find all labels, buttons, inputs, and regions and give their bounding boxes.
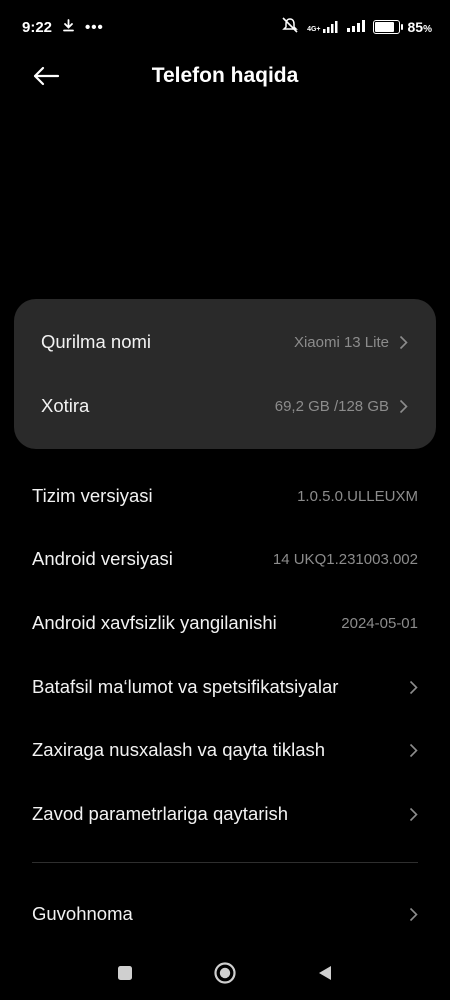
device-name-row[interactable]: Qurilma nomi Xiaomi 13 Lite <box>14 310 436 374</box>
detailed-specs-row[interactable]: Batafsil ma‘lumot va spetsifikatsiyalar <box>0 655 450 719</box>
mute-icon <box>281 17 299 37</box>
signal-4g-icon: 4G+ <box>307 21 338 33</box>
factory-reset-label: Zavod parametrlariga qaytarish <box>32 803 289 824</box>
battery-text: 85% <box>407 19 432 35</box>
android-version-label: Android versiyasi <box>32 548 173 569</box>
certification-row[interactable]: Guvohnoma <box>0 882 450 946</box>
divider <box>32 862 418 863</box>
back-triangle-icon <box>319 966 331 980</box>
android-version-row[interactable]: Android versiyasi 14 UKQ1.231003.002 <box>0 527 450 591</box>
device-name-value: Xiaomi 13 Lite <box>293 333 389 351</box>
chevron-right-icon <box>409 743 418 758</box>
device-name-label: Qurilma nomi <box>41 331 151 352</box>
page-title: Telefon haqida <box>151 64 299 87</box>
status-left: 9:22 ••• <box>22 19 104 36</box>
signal-icon <box>346 19 365 36</box>
recents-button[interactable] <box>112 960 138 986</box>
status-dots: ••• <box>85 18 104 36</box>
battery-icon <box>372 20 403 34</box>
certification-label: Guvohnoma <box>32 903 133 924</box>
chevron-right-icon <box>399 399 408 414</box>
chevron-right-icon <box>409 907 418 922</box>
factory-reset-row[interactable]: Zavod parametrlariga qaytarish <box>0 782 450 846</box>
device-info-card: Qurilma nomi Xiaomi 13 Lite Xotira 69,2 … <box>14 299 436 449</box>
download-icon <box>62 18 75 36</box>
system-version-value: 1.0.5.0.ULLEUXM <box>297 487 418 505</box>
storage-row[interactable]: Xotira 69,2 GB /128 GB <box>14 374 436 438</box>
security-update-label: Android xavfsizlik yangilanishi <box>32 612 277 633</box>
status-bar: 9:22 ••• 4G+ 85% <box>0 0 450 54</box>
home-button[interactable] <box>212 960 238 986</box>
chevron-right-icon <box>409 680 418 695</box>
storage-label: Xotira <box>41 395 90 416</box>
battery-fill <box>374 22 395 32</box>
android-version-value: 14 UKQ1.231003.002 <box>272 550 418 568</box>
network-label: 4G+ <box>307 26 321 33</box>
home-circle-icon <box>214 962 236 984</box>
status-right: 4G+ 85% <box>281 17 432 37</box>
about-phone-screen: 9:22 ••• 4G+ 85% Telefon haqida Qurilma … <box>0 0 450 1000</box>
system-version-label: Tizim versiyasi <box>32 485 153 506</box>
chevron-right-icon <box>399 335 408 350</box>
header: Telefon haqida <box>0 54 450 98</box>
system-version-row[interactable]: Tizim versiyasi 1.0.5.0.ULLEUXM <box>0 464 450 528</box>
security-update-value: 2024-05-01 <box>341 614 418 632</box>
device-name-value-wrap: Xiaomi 13 Lite <box>294 334 408 351</box>
status-time: 9:22 <box>22 18 53 36</box>
detailed-specs-label: Batafsil ma‘lumot va spetsifikatsiyalar <box>32 676 339 697</box>
recents-square-icon <box>118 966 132 980</box>
security-update-row[interactable]: Android xavfsizlik yangilanishi 2024-05-… <box>0 591 450 655</box>
storage-value: 69,2 GB /128 GB <box>274 397 389 415</box>
storage-value-wrap: 69,2 GB /128 GB <box>275 398 408 415</box>
navigation-bar <box>0 946 450 1000</box>
backup-restore-row[interactable]: Zaxiraga nusxalash va qayta tiklash <box>0 718 450 782</box>
back-nav-button[interactable] <box>312 960 338 986</box>
chevron-right-icon <box>409 807 418 822</box>
backup-restore-label: Zaxiraga nusxalash va qayta tiklash <box>32 739 326 760</box>
